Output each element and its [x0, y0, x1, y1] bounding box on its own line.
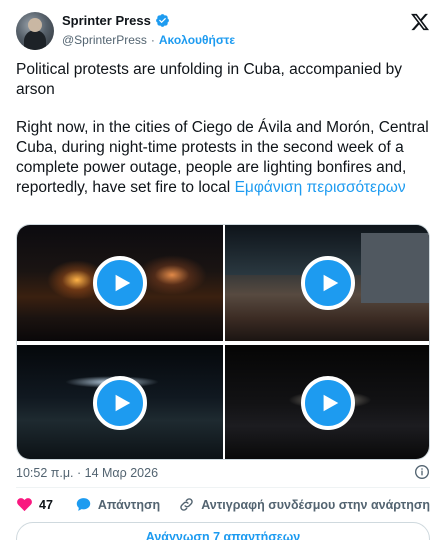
show-more-link[interactable]: Εμφάνιση περισσότερων [235, 179, 406, 196]
author-name-row: Sprinter Press [62, 13, 170, 28]
verified-badge-icon [155, 14, 169, 27]
like-count: 47 [39, 497, 53, 512]
link-icon [180, 498, 193, 511]
handle-row: @SprinterPress · Ακολουθήστε [62, 33, 235, 47]
like-button[interactable]: 47 [16, 496, 53, 513]
media-grid [16, 224, 430, 460]
action-bar: 47 Απάντηση Αντιγραφή συνδέσμου στην ανά… [16, 496, 430, 513]
copy-link-label: Αντιγραφή συνδέσμου στην ανάρτηση [201, 497, 431, 512]
separator-dot: · [150, 33, 155, 47]
play-button[interactable] [301, 256, 355, 310]
info-icon[interactable] [414, 464, 430, 480]
copy-link-button[interactable]: Αντιγραφή συνδέσμου στην ανάρτηση [178, 496, 430, 513]
timestamp[interactable]: 10:52 π.μ. · 14 Μαρ 2026 [16, 466, 158, 480]
video-tile-3[interactable] [17, 345, 223, 459]
play-button[interactable] [93, 256, 147, 310]
video-tile-2[interactable] [225, 225, 429, 341]
tweet-text-paragraph-2: Right now, in the cities of Ciego de Ávi… [16, 118, 430, 198]
play-icon [115, 394, 131, 412]
reply-button[interactable]: Απάντηση [75, 496, 160, 513]
author-name[interactable]: Sprinter Press [62, 13, 151, 28]
play-icon [323, 274, 339, 292]
play-icon [115, 274, 131, 292]
reply-label: Απάντηση [97, 497, 161, 512]
play-button[interactable] [93, 376, 147, 430]
play-button[interactable] [301, 376, 355, 430]
video-tile-1[interactable] [17, 225, 223, 341]
x-logo-icon[interactable] [410, 12, 430, 32]
read-replies-button[interactable]: Ανάγνωση 7 απαντήσεων [16, 522, 430, 540]
tweet-card: Sprinter Press @SprinterPress · Ακολουθή… [0, 0, 446, 540]
author-handle[interactable]: @SprinterPress [62, 33, 147, 47]
avatar[interactable] [16, 12, 54, 50]
heart-icon [17, 498, 32, 512]
follow-link[interactable]: Ακολουθήστε [159, 33, 235, 47]
divider [16, 487, 430, 488]
speech-bubble-icon [76, 498, 91, 511]
video-tile-4[interactable] [225, 345, 429, 459]
tweet-text-paragraph-1: Political protests are unfolding in Cuba… [16, 61, 403, 98]
play-icon [323, 394, 339, 412]
